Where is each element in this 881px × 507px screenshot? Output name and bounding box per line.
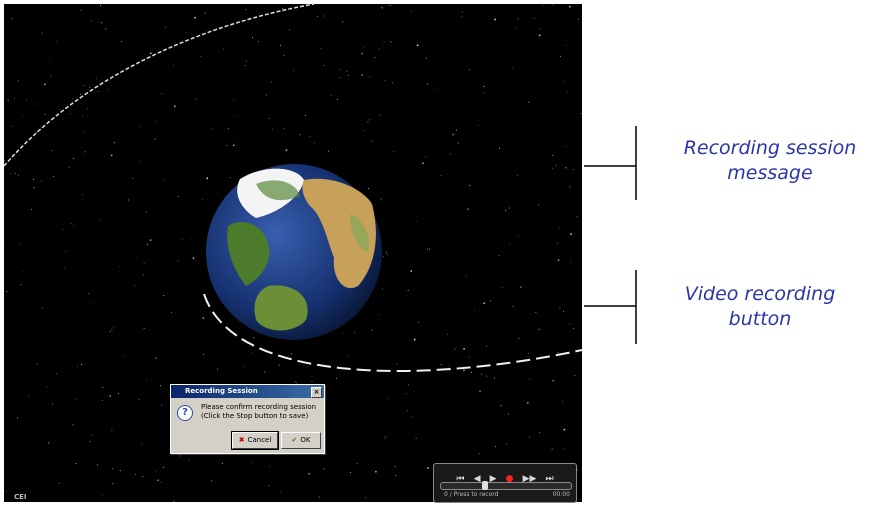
callout-line: button xyxy=(728,308,792,330)
recording-session-dialog: Recording Session × ? Please confirm rec… xyxy=(170,384,325,454)
orbit-line-upper xyxy=(4,4,315,167)
ok-check-icon: ✔ xyxy=(291,436,298,444)
status-text: 0 / Press to record xyxy=(444,491,499,498)
question-icon: ? xyxy=(177,405,193,421)
dialog-titlebar[interactable]: Recording Session × xyxy=(171,385,324,398)
callout-recording-session: Recording session message xyxy=(650,136,881,186)
dialog-message: Please confirm recording session (Click … xyxy=(201,403,321,421)
earth-globe xyxy=(206,164,382,340)
callout-line: Recording session xyxy=(683,137,857,159)
corner-logo: CEI xyxy=(14,493,27,501)
ok-label: OK xyxy=(300,436,311,444)
timeline-slider[interactable] xyxy=(440,481,572,490)
cancel-x-icon: ✖ xyxy=(238,436,245,444)
cancel-button[interactable]: ✖ Cancel xyxy=(231,431,279,450)
transport-buttons: ⏮ ◀ ▶ ● ▶▶ ⏭ xyxy=(434,466,576,484)
dialog-message-line: (Click the Stop button to save) xyxy=(201,412,309,420)
dialog-title: Recording Session xyxy=(185,387,258,395)
dialog-message-line: Please confirm recording session xyxy=(201,403,317,411)
timeline-slider-thumb[interactable] xyxy=(481,481,488,490)
ok-button[interactable]: ✔ OK xyxy=(281,432,321,449)
callout-line: message xyxy=(727,162,813,184)
callout-video-recording: Video recording button xyxy=(660,282,860,332)
time-readout: 00:00 xyxy=(552,491,570,498)
playback-control-panel: ⏮ ◀ ▶ ● ▶▶ ⏭ 0 / Press to record 00:00 xyxy=(433,463,577,503)
callout-line: Video recording xyxy=(684,283,836,305)
callout-brackets xyxy=(584,126,637,344)
close-icon[interactable]: × xyxy=(311,387,322,398)
cancel-label: Cancel xyxy=(247,436,272,444)
